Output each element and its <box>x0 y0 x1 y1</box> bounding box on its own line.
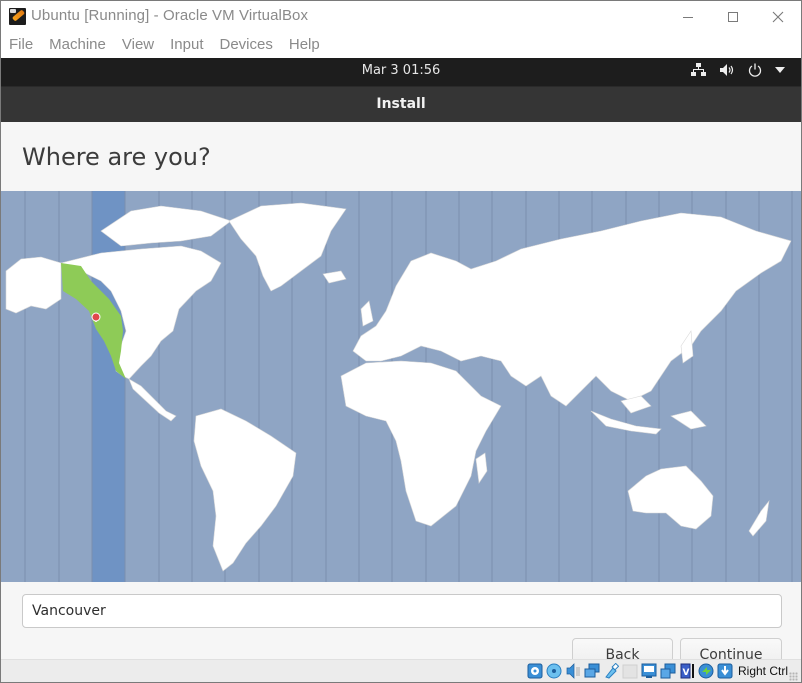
virtualization-icon[interactable]: V <box>679 663 695 679</box>
power-icon[interactable] <box>748 63 762 77</box>
page-heading: Where are you? <box>22 143 211 171</box>
guest-top-panel: Mar 3 01:56 <box>1 58 801 86</box>
minimize-icon <box>683 16 693 18</box>
timezone-map[interactable] <box>1 191 802 582</box>
dropdown-arrow-icon[interactable] <box>775 67 785 73</box>
vbox-status-bar: V Right Ctrl <box>1 659 801 682</box>
menu-machine[interactable]: Machine <box>41 33 114 58</box>
menu-bar: File Machine View Input Devices Help <box>1 33 801 58</box>
maximize-icon <box>728 12 738 22</box>
menu-input[interactable]: Input <box>162 33 211 58</box>
minimize-button[interactable] <box>665 1 711 33</box>
close-icon <box>772 11 784 23</box>
maximize-button[interactable] <box>710 1 756 33</box>
menu-file[interactable]: File <box>1 33 41 58</box>
network-icon[interactable] <box>691 63 706 77</box>
network-adapters-icon[interactable] <box>584 663 600 679</box>
virtualbox-window: Ubuntu [Running] - Oracle VM VirtualBox … <box>0 0 802 683</box>
installer-content: Where are you? Vancouver Back Continue <box>1 122 802 672</box>
optical-drive-icon[interactable] <box>546 663 562 679</box>
usb-icon[interactable] <box>603 663 619 679</box>
world-map[interactable] <box>1 191 802 582</box>
menu-view[interactable]: View <box>114 33 162 58</box>
volume-icon[interactable] <box>719 63 735 77</box>
svg-text:V: V <box>683 668 690 678</box>
resize-grip[interactable] <box>789 672 798 681</box>
menu-devices[interactable]: Devices <box>212 33 281 58</box>
installer-header: Install <box>1 86 801 122</box>
location-input[interactable] <box>22 594 782 628</box>
keyboard-capture-icon[interactable] <box>717 663 733 679</box>
title-bar[interactable]: Ubuntu [Running] - Oracle VM VirtualBox <box>1 1 801 33</box>
clock[interactable]: Mar 3 01:56 <box>1 63 801 78</box>
close-button[interactable] <box>755 1 801 33</box>
installer-title: Install <box>376 96 426 112</box>
system-tray[interactable] <box>691 63 785 77</box>
shared-folders-icon[interactable] <box>622 663 638 679</box>
selected-timezone-band <box>92 191 125 582</box>
mouse-integration-icon[interactable] <box>698 663 714 679</box>
video-capture-icon[interactable] <box>660 663 676 679</box>
window-title: Ubuntu [Running] - Oracle VM VirtualBox <box>31 7 309 24</box>
virtualbox-app-icon <box>9 8 26 25</box>
display-icon[interactable] <box>641 663 657 679</box>
menu-help[interactable]: Help <box>281 33 328 58</box>
hard-disk-icon[interactable] <box>527 663 543 679</box>
host-key-label[interactable]: Right Ctrl <box>738 664 788 678</box>
audio-icon[interactable] <box>565 663 581 679</box>
